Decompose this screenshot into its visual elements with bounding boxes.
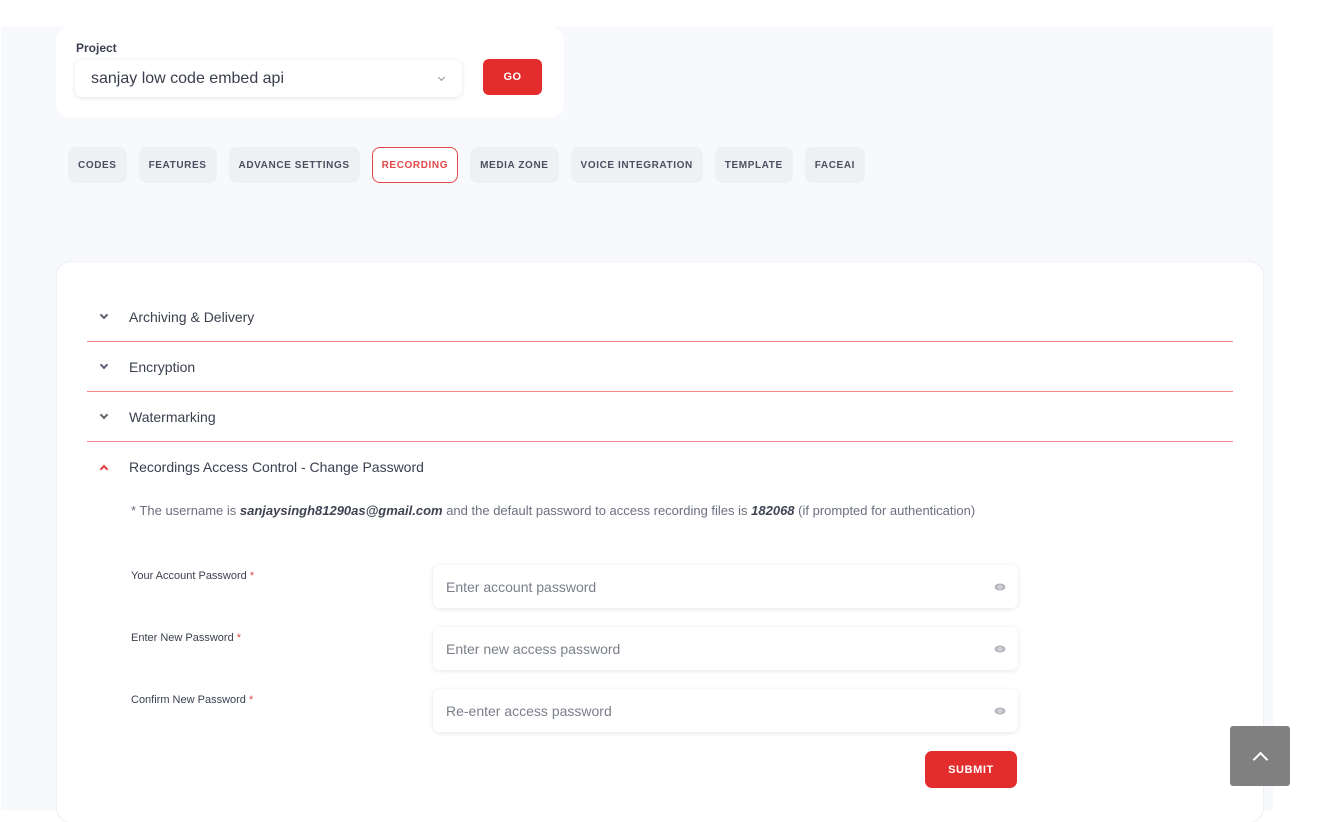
- eye-icon[interactable]: [994, 583, 1006, 591]
- project-select[interactable]: sanjay low code embed api: [75, 60, 462, 97]
- tab-voice-integration[interactable]: VOICE INTEGRATION: [570, 147, 703, 183]
- default-password-value: 182068: [751, 503, 795, 518]
- scroll-to-top-button[interactable]: [1230, 726, 1290, 786]
- chevron-down-icon: [99, 410, 109, 419]
- accordion-title: Encryption: [129, 358, 196, 375]
- tab-media-zone[interactable]: MEDIA ZONE: [470, 147, 559, 183]
- account-password-input[interactable]: [446, 578, 966, 595]
- tab-recording[interactable]: RECORDING: [371, 147, 459, 183]
- new-password-input[interactable]: [446, 640, 966, 657]
- chevron-down-icon: [99, 360, 109, 369]
- project-selector-card: Project sanjay low code embed api GO: [56, 27, 564, 118]
- accordion-title: Recordings Access Control - Change Passw…: [129, 459, 424, 475]
- required-asterisk: *: [236, 632, 242, 644]
- note-text: and the default password to access recor…: [442, 503, 752, 518]
- eye-icon[interactable]: [994, 645, 1006, 653]
- note-text: (if prompted for authentication): [794, 503, 976, 518]
- new-password-field[interactable]: [433, 627, 1018, 670]
- account-password-field[interactable]: [433, 565, 1018, 608]
- chevron-down-icon: [437, 73, 446, 81]
- tab-template[interactable]: TEMPLATE: [714, 147, 793, 183]
- accordion-access-control[interactable]: Recordings Access Control - Change Passw…: [87, 442, 1233, 492]
- new-password-label: Enter New Password *: [131, 632, 242, 644]
- note-text: * The username is: [131, 503, 240, 518]
- required-asterisk: *: [249, 570, 255, 582]
- project-select-value: sanjay low code embed api: [91, 69, 285, 87]
- confirm-password-label: Confirm New Password *: [131, 694, 254, 706]
- go-button[interactable]: GO: [483, 59, 542, 95]
- chevron-up-icon: [99, 464, 109, 474]
- required-asterisk: *: [248, 694, 254, 706]
- submit-button[interactable]: SUBMIT: [925, 751, 1017, 788]
- tab-codes[interactable]: CODES: [68, 147, 127, 183]
- recording-settings-card: Archiving & Delivery Encryption Watermar…: [57, 262, 1263, 822]
- tab-faceai[interactable]: FACEAI: [804, 147, 866, 183]
- tab-features[interactable]: FEATURES: [138, 147, 217, 183]
- accordion-archiving-delivery[interactable]: Archiving & Delivery: [87, 292, 1233, 342]
- accordion-title: Archiving & Delivery: [129, 308, 255, 325]
- settings-accordion: Archiving & Delivery Encryption Watermar…: [87, 292, 1233, 492]
- project-label: Project: [76, 41, 117, 55]
- tab-bar: CODES FEATURES ADVANCE SETTINGS RECORDIN…: [68, 147, 866, 183]
- confirm-password-field[interactable]: [433, 689, 1018, 732]
- accordion-watermarking[interactable]: Watermarking: [87, 392, 1233, 442]
- username-value: sanjaysingh81290as@gmail.com: [239, 503, 443, 518]
- tab-advance-settings[interactable]: ADVANCE SETTINGS: [228, 147, 360, 183]
- chevron-up-icon: [1252, 751, 1268, 767]
- confirm-password-input[interactable]: [446, 702, 966, 719]
- account-password-label: Your Account Password *: [131, 570, 255, 582]
- eye-icon[interactable]: [994, 707, 1006, 715]
- accordion-title: Watermarking: [129, 408, 216, 425]
- accordion-encryption[interactable]: Encryption: [87, 342, 1233, 392]
- chevron-down-icon: [99, 310, 109, 319]
- access-credentials-note: * The username is sanjaysingh81290as@gma…: [131, 503, 975, 518]
